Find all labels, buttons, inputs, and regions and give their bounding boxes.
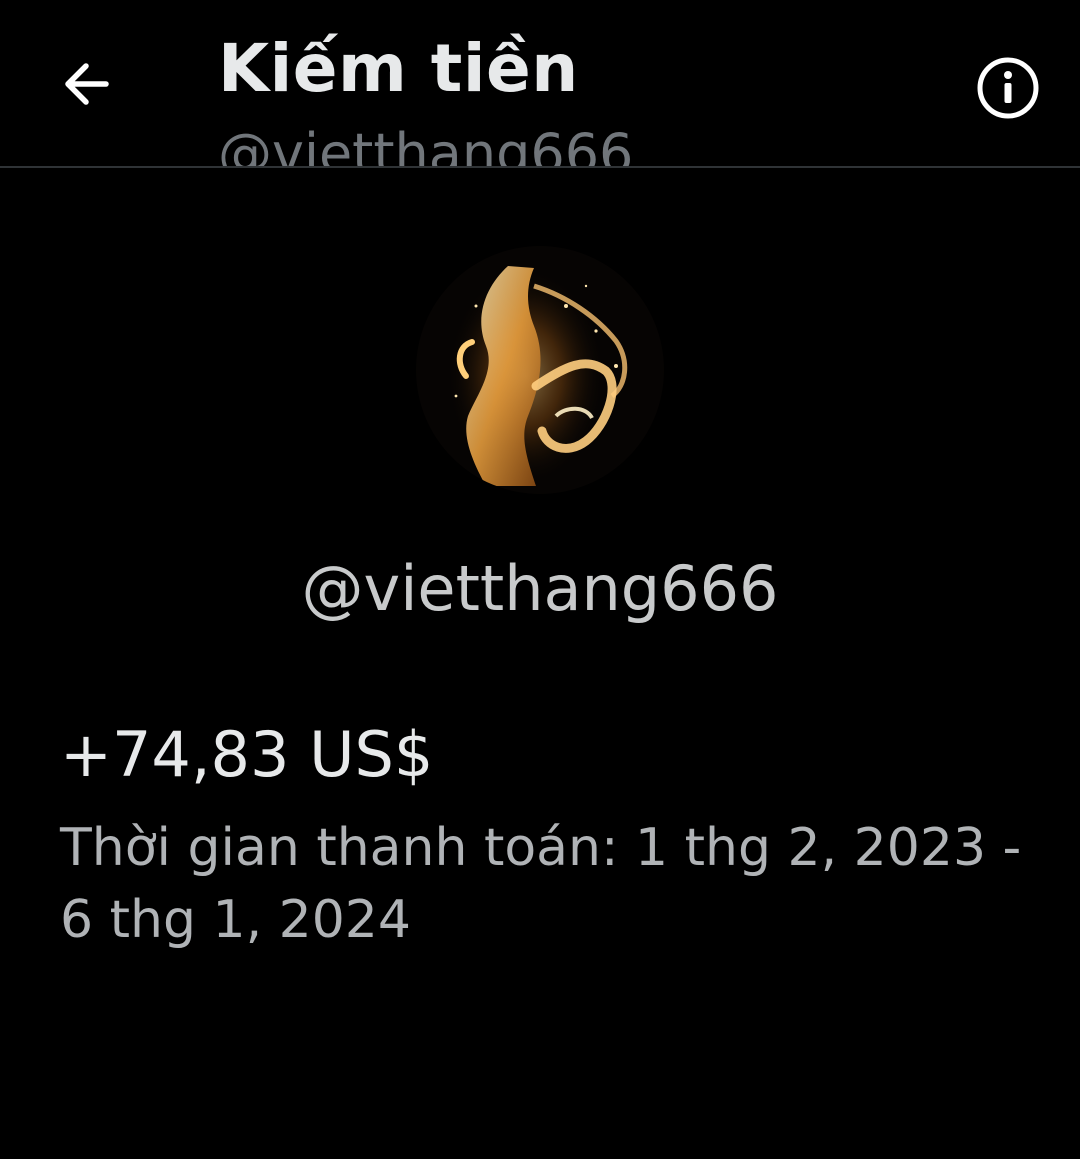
back-button[interactable] <box>50 48 122 120</box>
info-button[interactable] <box>972 52 1044 124</box>
profile-handle: @vietthang666 <box>301 552 779 625</box>
avatar[interactable] <box>416 246 664 494</box>
info-circle-icon <box>977 57 1039 119</box>
page-subtitle-handle: @vietthang666 <box>218 122 634 168</box>
top-app-bar: Kiếm tiền @vietthang666 <box>0 0 1080 168</box>
earnings-amount: +74,83 US$ <box>60 718 434 791</box>
payout-period: Thời gian thanh toán: 1 thg 2, 2023 - 6 … <box>60 818 1022 950</box>
page-title: Kiếm tiền <box>218 30 579 107</box>
arrow-left-icon <box>65 63 109 105</box>
avatar-image <box>416 246 664 494</box>
